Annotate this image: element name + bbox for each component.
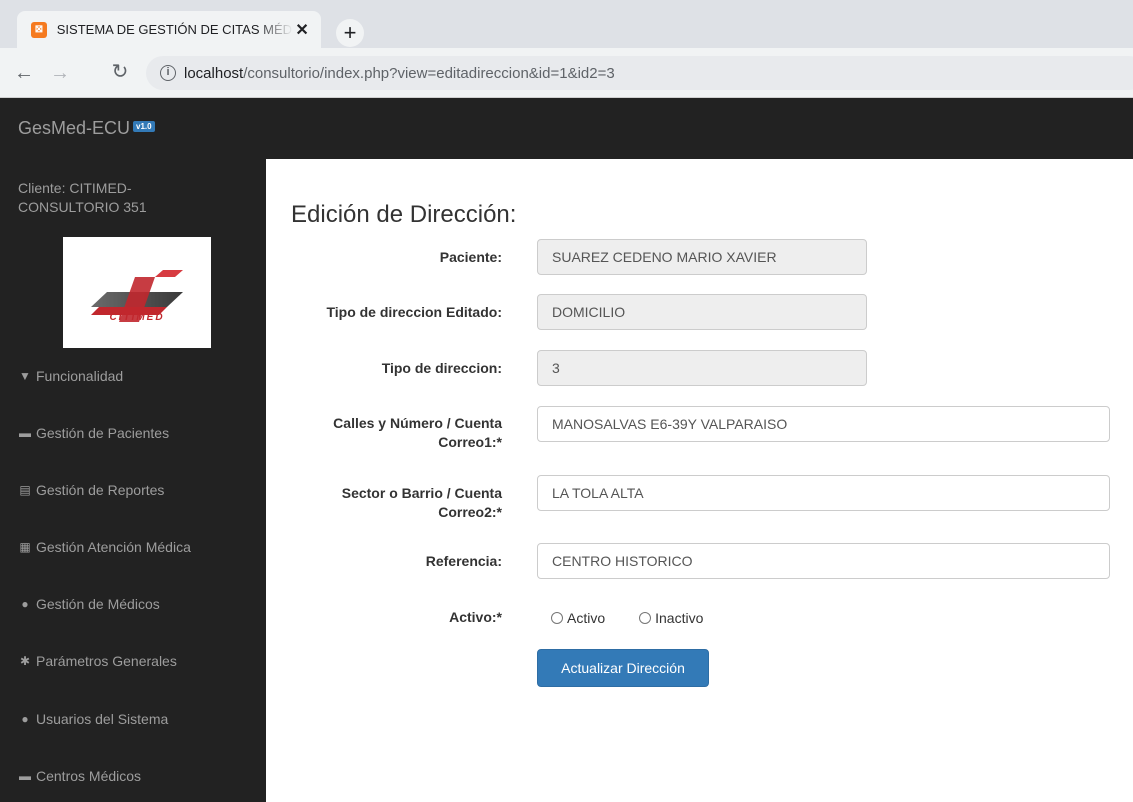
app-brand[interactable]: GesMed-ECU v1.0 [18,118,155,139]
sidebar-item-label: Gestión Atención Médica [36,539,191,555]
referencia-input[interactable]: CENTRO HISTORICO [537,543,1110,579]
sidebar-item-atencion-medica[interactable]: ▦ Gestión Atención Médica [18,539,191,555]
id-card-icon: ▦ [19,540,31,554]
sidebar-item-medicos[interactable]: ● Gestión de Médicos [18,596,160,612]
sidebar-item-label: Gestión de Reportes [36,482,165,498]
radio-activo-label[interactable]: Activo [567,610,605,626]
main-content: Edición de Dirección: Paciente: SUAREZ C… [266,159,1133,802]
referencia-label: Referencia: [425,553,502,569]
paciente-label: Paciente: [439,249,502,265]
tipo-label: Tipo de direccion: [381,360,502,376]
new-tab-button[interactable]: + [336,19,364,47]
sidebar-item-label: Parámetros Generales [36,653,177,669]
reload-icon[interactable]: ↻ [108,60,132,84]
browser-tabstrip: ⊠ SISTEMA DE GESTIÓN DE CITAS MÉDICAS ✕ … [0,0,1133,48]
sector-input[interactable]: LA TOLA ALTA [537,475,1110,511]
tab-title: SISTEMA DE GESTIÓN DE CITAS MÉDICAS [56,22,294,37]
actualizar-direccion-button[interactable]: Actualizar Dirección [537,649,709,687]
tipo-field[interactable]: 3 [537,350,867,386]
sector-label-line2: Correo2:* [438,504,502,520]
sector-label: Sector o Barrio / Cuenta Correo2:* [272,484,502,522]
sidebar-item-label: Gestión de Médicos [36,596,160,612]
radio-activo[interactable] [551,612,563,624]
sidebar-item-usuarios[interactable]: ● Usuarios del Sistema [18,711,168,727]
url-path: /consultorio/index.php?view=editadirecci… [243,64,615,82]
sidebar: Cliente: CITIMED-CONSULTORIO 351 CITIMED… [0,159,266,802]
brand-name: GesMed-ECU [18,118,131,138]
info-icon[interactable]: i [160,65,176,81]
calles-label-line2: Correo1:* [438,434,502,450]
url-host: localhost [184,64,244,82]
calles-label: Calles y Número / Cuenta Correo1:* [272,414,502,452]
tipo-editado-label: Tipo de direccion Editado: [326,304,502,320]
calles-input[interactable]: MANOSALVAS E6-39Y VALPARAISO [537,406,1110,442]
sidebar-item-parametros[interactable]: ✱ Parámetros Generales [18,653,177,669]
users-icon: ● [21,712,29,726]
sidebar-item-label: Usuarios del Sistema [36,711,169,727]
logo-text: CITIMED [109,312,165,323]
page-title: Edición de Dirección: [291,201,517,228]
xampp-favicon-icon: ⊠ [31,21,47,38]
client-label: Cliente: CITIMED-CONSULTORIO 351 [18,180,147,215]
url-text: localhost/consultorio/index.php?view=edi… [184,65,615,82]
sidebar-item-label: Funcionalidad [36,368,124,384]
report-icon: ▤ [19,483,31,497]
forward-arrow-icon[interactable]: → [48,61,72,85]
sidebar-item-funcionalidad[interactable]: ▼ Funcionalidad [18,368,123,384]
paciente-field[interactable]: SUAREZ CEDENO MARIO XAVIER [537,239,867,275]
back-arrow-icon[interactable]: ← [12,61,36,85]
sidebar-item-centros[interactable]: ▬ Centros Médicos [18,768,141,784]
sidebar-item-pacientes[interactable]: ▬ Gestión de Pacientes [18,425,169,441]
briefcase-icon: ▬ [19,769,31,783]
radio-inactivo-label[interactable]: Inactivo [655,610,703,626]
sidebar-item-label: Gestión de Pacientes [36,425,170,441]
folder-icon: ▬ [19,426,31,440]
activo-radio-group: Activo Inactivo [551,610,737,626]
version-badge: v1.0 [133,121,155,132]
tipo-editado-field[interactable]: DOMICILIO [537,294,867,330]
sidebar-item-label: Centros Médicos [36,768,142,784]
citimed-logo: CITIMED [63,237,211,348]
user-icon: ● [21,597,29,611]
calles-label-line1: Calles y Número / Cuenta [333,415,502,431]
app-navbar: GesMed-ECU v1.0 [0,98,1133,159]
sector-label-line1: Sector o Barrio / Cuenta [341,485,502,501]
sidebar-item-reportes[interactable]: ▤ Gestión de Reportes [18,482,164,498]
gear-icon: ✱ [19,654,31,668]
browser-toolbar: ← → ↻ i localhost/consultorio/index.php?… [0,48,1133,98]
radio-inactivo[interactable] [639,612,652,624]
filter-icon: ▼ [19,369,31,383]
address-bar[interactable]: i localhost/consultorio/index.php?view=e… [146,56,1133,90]
close-tab-icon[interactable]: ✕ [293,20,311,40]
activo-label: Activo:* [449,609,502,625]
browser-tab[interactable]: ⊠ SISTEMA DE GESTIÓN DE CITAS MÉDICAS ✕ [17,11,321,48]
citimed-cross-icon [91,270,183,322]
